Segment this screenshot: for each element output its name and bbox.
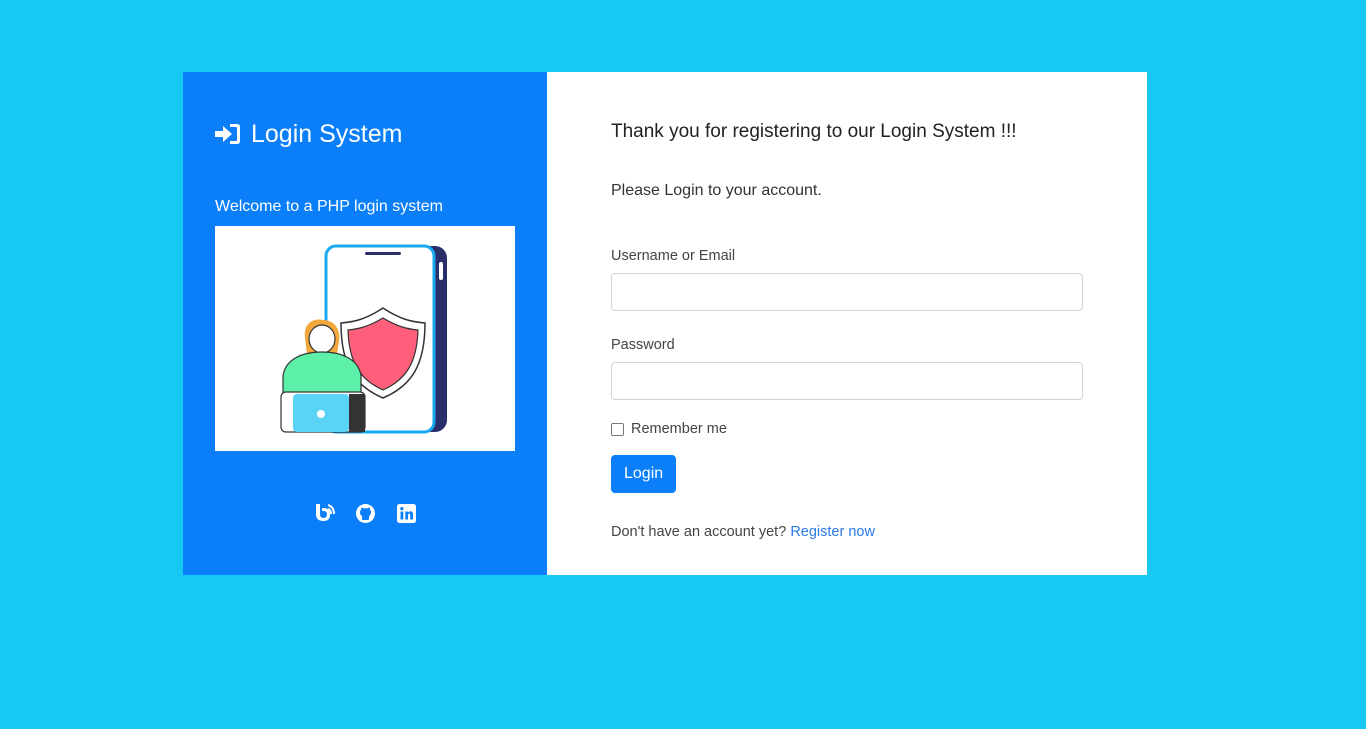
thank-you-heading: Thank you for registering to our Login S…	[611, 121, 1017, 142]
welcome-text: Welcome to a PHP login system	[215, 198, 443, 215]
brand: Login System	[215, 120, 515, 148]
login-prompt: Please Login to your account.	[611, 182, 822, 199]
password-label: Password	[611, 337, 675, 353]
github-icon[interactable]	[355, 503, 376, 524]
blog-icon[interactable]	[314, 503, 335, 524]
brand-panel: Login System Welcome to a PHP login syst…	[183, 72, 547, 575]
username-input[interactable]	[611, 273, 1083, 311]
password-input[interactable]	[611, 362, 1083, 400]
username-label: Username or Email	[611, 248, 736, 264]
social-links	[183, 503, 547, 524]
signup-text: Don't have an account yet?	[611, 524, 787, 540]
sign-in-icon	[215, 123, 241, 145]
login-button[interactable]: Login	[611, 455, 677, 493]
brand-title: Login System	[251, 119, 403, 148]
login-card: Login System Welcome to a PHP login syst…	[183, 72, 1147, 575]
linkedin-icon[interactable]	[396, 503, 417, 524]
remember-me-label: Remember me	[631, 421, 727, 437]
remember-me-row: Remember me	[611, 421, 1083, 437]
login-form-panel: Thank you for registering to our Login S…	[547, 72, 1147, 575]
signup-prompt: Don't have an account yet? Register now	[611, 524, 1083, 540]
remember-me-checkbox[interactable]	[611, 422, 624, 436]
register-link[interactable]: Register now	[790, 524, 875, 540]
phone-security-illustration	[215, 226, 515, 451]
